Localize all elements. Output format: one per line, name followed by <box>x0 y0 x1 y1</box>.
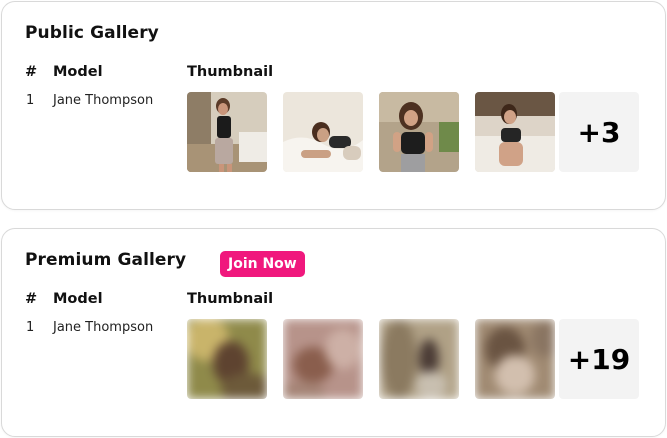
blurred-thumbnail-image[interactable] <box>379 319 459 399</box>
blurred-thumbnail-image[interactable] <box>187 319 267 399</box>
column-header-number: # <box>25 291 38 307</box>
premium-gallery-card: Premium Gallery Join Now # Model Thumbna… <box>1 228 666 437</box>
column-header-thumbnail: Thumbnail <box>187 291 274 307</box>
more-photos-tile[interactable]: +19 <box>559 319 639 399</box>
thumbnail-image[interactable] <box>475 92 555 172</box>
model-name[interactable]: Jane Thompson <box>53 320 153 335</box>
premium-gallery-title: Premium Gallery <box>25 250 187 270</box>
column-header-model: Model <box>53 64 103 80</box>
thumbnail-image[interactable] <box>187 92 267 172</box>
thumbnail-strip: +3 <box>187 92 639 172</box>
blurred-thumbnail-image[interactable] <box>283 319 363 399</box>
more-photos-tile[interactable]: +3 <box>559 92 639 172</box>
public-gallery-title: Public Gallery <box>25 23 159 43</box>
column-header-thumbnail: Thumbnail <box>187 64 274 80</box>
column-header-model: Model <box>53 291 103 307</box>
blurred-thumbnail-image[interactable] <box>475 319 555 399</box>
column-header-number: # <box>25 64 38 80</box>
public-gallery-card: Public Gallery # Model Thumbnail 1 Jane … <box>1 1 666 210</box>
row-number: 1 <box>26 93 35 108</box>
row-number: 1 <box>26 320 35 335</box>
thumbnail-image[interactable] <box>379 92 459 172</box>
join-now-button[interactable]: Join Now <box>220 251 305 277</box>
thumbnail-image[interactable] <box>283 92 363 172</box>
thumbnail-strip: +19 <box>187 319 639 399</box>
model-name[interactable]: Jane Thompson <box>53 93 153 108</box>
